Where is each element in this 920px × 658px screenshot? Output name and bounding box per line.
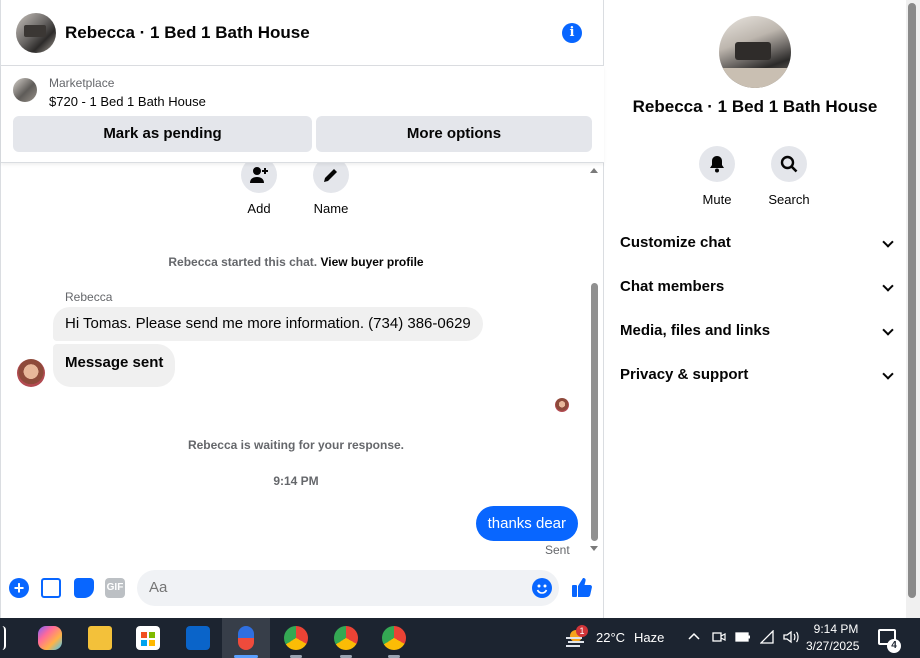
scroll-down-arrow[interactable]: [590, 546, 598, 551]
media-files-links-section[interactable]: Media, files and links: [620, 309, 894, 353]
chat-header: Rebecca · 1 Bed 1 Bath House i: [1, 0, 604, 66]
waiting-notice: Rebecca is waiting for your response.: [187, 438, 405, 452]
weather-temperature[interactable]: 22°C: [596, 630, 625, 645]
mark-as-pending-button[interactable]: Mark as pending: [13, 116, 312, 152]
message-list: Add Name Rebecca started this chat. View…: [1, 163, 604, 560]
chevron-down-icon: [882, 280, 894, 292]
info-avatar[interactable]: [719, 16, 791, 88]
view-buyer-profile-link[interactable]: View buyer profile: [320, 255, 423, 269]
scroll-up-arrow[interactable]: [590, 168, 598, 173]
chrome-profile-icon[interactable]: [334, 626, 358, 650]
section-label: Chat members: [620, 278, 725, 295]
clock-time[interactable]: 9:14 PM: [812, 622, 860, 636]
search-button[interactable]: Search: [759, 146, 819, 207]
section-label: Privacy & support: [620, 366, 749, 383]
customize-chat-section[interactable]: Customize chat: [620, 221, 894, 265]
app-window: Rebecca · 1 Bed 1 Bath House i Marketpla…: [0, 0, 920, 658]
sender-name: Rebecca: [65, 290, 113, 304]
info-title: Rebecca · 1 Bed 1 Bath House: [632, 97, 878, 116]
thumbs-up-icon[interactable]: [571, 576, 593, 598]
meet-now-icon[interactable]: [712, 629, 726, 648]
mute-button[interactable]: Mute: [687, 146, 747, 207]
info-icon[interactable]: i: [562, 23, 582, 43]
chrome-profile-icon[interactable]: [382, 626, 406, 650]
notification-count: 4: [887, 639, 901, 653]
sender-avatar[interactable]: [17, 359, 45, 387]
wifi-icon[interactable]: [759, 629, 774, 647]
clock-date[interactable]: 3/27/2025: [806, 639, 859, 653]
message-bubble[interactable]: Hi Tomas. Please send me more informatio…: [53, 307, 483, 341]
sent-status: Sent: [545, 543, 570, 557]
chevron-down-icon: [882, 368, 894, 380]
listing-thumbnail[interactable]: [13, 78, 37, 102]
task-view-icon[interactable]: [0, 626, 6, 650]
weather-condition[interactable]: Haze: [634, 630, 664, 645]
weather-badge: 1: [576, 625, 588, 637]
listing-price-title[interactable]: $720 - 1 Bed 1 Bath House: [49, 94, 206, 109]
add-label: Add: [247, 201, 271, 216]
sticker-icon[interactable]: [74, 578, 94, 598]
more-options-button[interactable]: More options: [316, 116, 592, 152]
listing-card: Marketplace $720 - 1 Bed 1 Bath House Ma…: [1, 66, 604, 163]
my-message-bubble[interactable]: thanks dear: [475, 506, 578, 541]
name-label: Name: [313, 201, 349, 216]
chevron-down-icon: [882, 236, 894, 248]
name-chat-action[interactable]: Name: [301, 163, 361, 216]
chat-members-section[interactable]: Chat members: [620, 265, 894, 309]
mute-label: Mute: [702, 192, 732, 207]
message-timestamp: 9:14 PM: [273, 474, 319, 488]
message-bubble[interactable]: Message sent: [53, 344, 176, 387]
chat-info-pane: Rebecca · 1 Bed 1 Bath House Mute Search…: [604, 0, 906, 618]
outlook-icon[interactable]: [186, 626, 210, 650]
message-input[interactable]: [137, 570, 559, 606]
section-label: Media, files and links: [620, 322, 771, 339]
file-explorer-icon[interactable]: [88, 626, 112, 650]
composer: + GIF: [1, 568, 604, 608]
chevron-down-icon: [882, 324, 894, 336]
chat-started-text: Rebecca started this chat.: [168, 255, 318, 269]
privacy-support-section[interactable]: Privacy & support: [620, 353, 894, 397]
pencil-icon: [313, 163, 349, 193]
window-scrollbar-thumb[interactable]: [908, 3, 916, 598]
chat-started-notice: Rebecca started this chat. View buyer pr…: [1, 255, 591, 269]
chat-scrollbar[interactable]: [591, 283, 598, 541]
photo-icon[interactable]: [41, 578, 61, 598]
bell-icon: [699, 146, 735, 182]
store-icon[interactable]: [136, 626, 160, 650]
battery-icon[interactable]: [735, 630, 751, 647]
seen-receipt-avatar: [555, 398, 569, 412]
pinned-app-icon[interactable]: [238, 626, 254, 650]
chat-pane: Rebecca · 1 Bed 1 Bath House i Marketpla…: [0, 0, 604, 618]
copilot-icon[interactable]: [38, 626, 62, 650]
gif-icon[interactable]: GIF: [105, 578, 125, 598]
listing-avatar[interactable]: [16, 12, 56, 53]
chrome-icon[interactable]: [284, 626, 308, 650]
marketplace-label: Marketplace: [49, 76, 115, 90]
chevron-up-icon[interactable]: [688, 628, 700, 647]
emoji-icon[interactable]: [532, 578, 552, 598]
add-member-action[interactable]: Add: [229, 163, 289, 216]
taskbar: 1 22°C Haze 9:14 PM 3/27/2025 4: [0, 618, 920, 658]
plus-icon[interactable]: +: [9, 578, 29, 598]
search-label: Search: [768, 192, 810, 207]
chat-title[interactable]: Rebecca · 1 Bed 1 Bath House: [65, 23, 310, 43]
volume-icon[interactable]: [782, 629, 800, 648]
section-label: Customize chat: [620, 234, 731, 251]
search-icon: [771, 146, 807, 182]
add-person-icon: [241, 163, 277, 193]
